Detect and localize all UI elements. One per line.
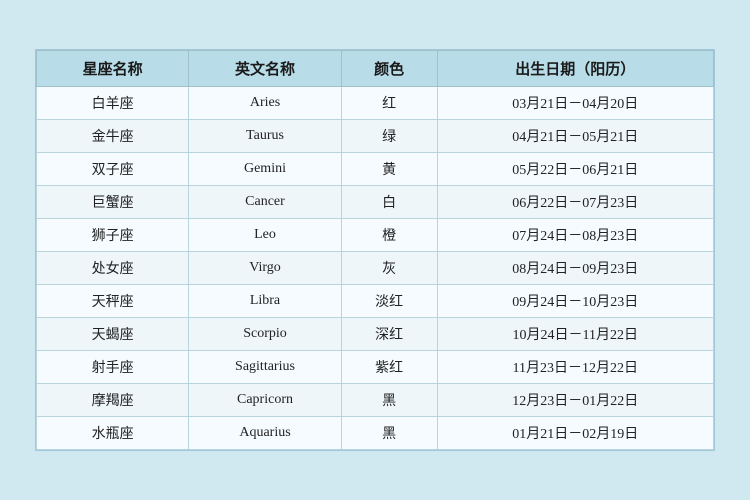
table-row: 白羊座Aries红03月21日－04月20日	[37, 87, 714, 120]
cell-chinese: 摩羯座	[37, 384, 189, 417]
cell-color: 绿	[341, 120, 437, 153]
cell-dates: 12月23日－01月22日	[437, 384, 713, 417]
table-row: 金牛座Taurus绿04月21日－05月21日	[37, 120, 714, 153]
cell-dates: 10月24日－11月22日	[437, 318, 713, 351]
cell-chinese: 天蝎座	[37, 318, 189, 351]
cell-dates: 08月24日－09月23日	[437, 252, 713, 285]
cell-dates: 11月23日－12月22日	[437, 351, 713, 384]
cell-dates: 05月22日－06月21日	[437, 153, 713, 186]
cell-chinese: 金牛座	[37, 120, 189, 153]
cell-english: Sagittarius	[189, 351, 341, 384]
cell-english: Gemini	[189, 153, 341, 186]
table-row: 巨蟹座Cancer白06月22日－07月23日	[37, 186, 714, 219]
table-row: 射手座Sagittarius紫红11月23日－12月22日	[37, 351, 714, 384]
cell-color: 深红	[341, 318, 437, 351]
cell-dates: 01月21日－02月19日	[437, 417, 713, 450]
zodiac-table-container: 星座名称 英文名称 颜色 出生日期（阳历） 白羊座Aries红03月21日－04…	[35, 49, 715, 451]
col-header-english: 英文名称	[189, 51, 341, 87]
table-row: 天秤座Libra淡红09月24日－10月23日	[37, 285, 714, 318]
cell-chinese: 狮子座	[37, 219, 189, 252]
col-header-dates: 出生日期（阳历）	[437, 51, 713, 87]
cell-color: 灰	[341, 252, 437, 285]
cell-english: Capricorn	[189, 384, 341, 417]
table-row: 摩羯座Capricorn黑12月23日－01月22日	[37, 384, 714, 417]
cell-dates: 09月24日－10月23日	[437, 285, 713, 318]
cell-english: Aries	[189, 87, 341, 120]
cell-color: 紫红	[341, 351, 437, 384]
cell-english: Aquarius	[189, 417, 341, 450]
cell-english: Taurus	[189, 120, 341, 153]
cell-dates: 07月24日－08月23日	[437, 219, 713, 252]
cell-english: Scorpio	[189, 318, 341, 351]
table-row: 天蝎座Scorpio深红10月24日－11月22日	[37, 318, 714, 351]
table-row: 处女座Virgo灰08月24日－09月23日	[37, 252, 714, 285]
cell-chinese: 白羊座	[37, 87, 189, 120]
table-row: 狮子座Leo橙07月24日－08月23日	[37, 219, 714, 252]
table-row: 水瓶座Aquarius黑01月21日－02月19日	[37, 417, 714, 450]
cell-chinese: 双子座	[37, 153, 189, 186]
cell-color: 黄	[341, 153, 437, 186]
cell-color: 淡红	[341, 285, 437, 318]
cell-chinese: 巨蟹座	[37, 186, 189, 219]
cell-english: Virgo	[189, 252, 341, 285]
cell-chinese: 水瓶座	[37, 417, 189, 450]
cell-color: 红	[341, 87, 437, 120]
cell-english: Leo	[189, 219, 341, 252]
cell-color: 白	[341, 186, 437, 219]
cell-color: 黑	[341, 384, 437, 417]
cell-chinese: 天秤座	[37, 285, 189, 318]
table-body: 白羊座Aries红03月21日－04月20日金牛座Taurus绿04月21日－0…	[37, 87, 714, 450]
cell-dates: 03月21日－04月20日	[437, 87, 713, 120]
cell-color: 橙	[341, 219, 437, 252]
col-header-chinese: 星座名称	[37, 51, 189, 87]
cell-dates: 04月21日－05月21日	[437, 120, 713, 153]
col-header-color: 颜色	[341, 51, 437, 87]
table-header-row: 星座名称 英文名称 颜色 出生日期（阳历）	[37, 51, 714, 87]
cell-chinese: 处女座	[37, 252, 189, 285]
cell-english: Libra	[189, 285, 341, 318]
cell-chinese: 射手座	[37, 351, 189, 384]
cell-english: Cancer	[189, 186, 341, 219]
cell-dates: 06月22日－07月23日	[437, 186, 713, 219]
table-row: 双子座Gemini黄05月22日－06月21日	[37, 153, 714, 186]
cell-color: 黑	[341, 417, 437, 450]
zodiac-table: 星座名称 英文名称 颜色 出生日期（阳历） 白羊座Aries红03月21日－04…	[36, 50, 714, 450]
